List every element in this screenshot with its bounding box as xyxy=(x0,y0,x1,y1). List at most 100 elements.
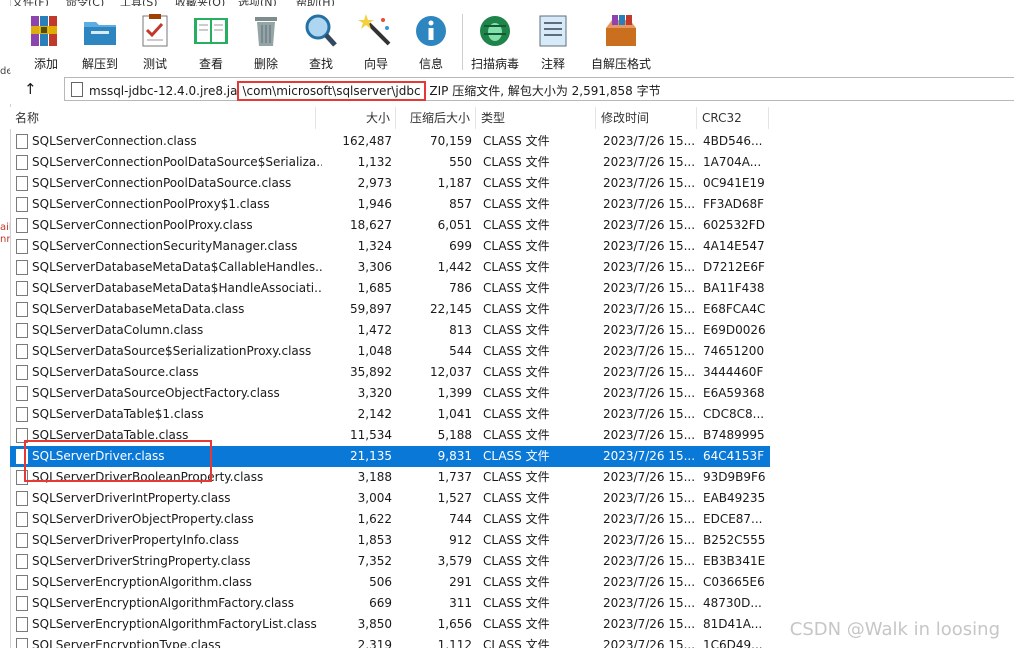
file-modified: 2023/7/26 15... xyxy=(603,134,696,148)
test-button[interactable]: 测试 xyxy=(128,12,182,72)
file-modified: 2023/7/26 15... xyxy=(603,491,696,505)
find-button[interactable]: 查找 xyxy=(294,12,348,72)
class-file-icon xyxy=(16,365,28,380)
file-row[interactable]: SQLServerDatabaseMetaData$HandleAssociat… xyxy=(10,278,770,299)
column-crc32[interactable]: CRC32 xyxy=(697,107,769,129)
file-crc32: 64C4153F xyxy=(703,449,765,463)
file-row[interactable]: SQLServerConnectionPoolProxy$1.class 1,94… xyxy=(10,194,770,215)
class-file-icon xyxy=(16,407,28,422)
column-name[interactable]: 名称 xyxy=(10,107,316,129)
file-compressed-size: 3,579 xyxy=(437,554,472,568)
class-file-icon xyxy=(16,575,28,590)
file-row[interactable]: SQLServerConnectionPoolDataSource.class 2… xyxy=(10,173,770,194)
file-row[interactable]: SQLServerDataTable$1.class 2,142 1,041 CLAS… xyxy=(10,404,770,425)
file-crc32: E68FCA4C xyxy=(703,302,766,316)
file-type: CLASS 文件 xyxy=(483,533,550,547)
file-row[interactable]: SQLServerDatabaseMetaData.class 59,897 22,… xyxy=(10,299,770,320)
column-compressed-size[interactable]: 压缩后大小 xyxy=(396,107,476,129)
file-size: 1,132 xyxy=(357,155,392,169)
sfx-label: 自解压格式 xyxy=(590,57,651,71)
file-crc32: 48730D... xyxy=(703,596,762,610)
file-crc32: 1A704A... xyxy=(703,155,762,169)
file-row[interactable]: SQLServerConnectionPoolProxy.class 18,627… xyxy=(10,215,770,236)
file-name: SQLServerDataTable$1.class xyxy=(32,407,204,421)
file-row[interactable]: SQLServerConnection.class 162,487 70,159 CL… xyxy=(10,131,770,152)
class-file-icon xyxy=(16,134,28,149)
file-type: CLASS 文件 xyxy=(483,428,550,442)
file-modified: 2023/7/26 15... xyxy=(603,428,696,442)
file-type: CLASS 文件 xyxy=(483,575,550,589)
file-name: SQLServerEncryptionType.class xyxy=(32,638,221,648)
file-name: SQLServerDriverIntProperty.class xyxy=(32,491,231,505)
file-name: SQLServerConnectionPoolProxy.class xyxy=(32,218,253,232)
file-type: CLASS 文件 xyxy=(483,239,550,253)
view-icon xyxy=(192,12,230,50)
file-modified: 2023/7/26 15... xyxy=(603,218,696,232)
file-row[interactable]: SQLServerEncryptionAlgorithmFactory.clas… xyxy=(10,593,770,614)
file-name: SQLServerConnection.class xyxy=(32,134,197,148)
file-row[interactable]: SQLServerEncryptionAlgorithm.class 506 291… xyxy=(10,572,770,593)
file-size: 1,622 xyxy=(357,512,392,526)
archive-name: mssql-jdbc-12.4.0.jre8.ja xyxy=(89,84,238,98)
file-row[interactable]: SQLServerConnectionSecurityManager.class… xyxy=(10,236,770,257)
file-compressed-size: 786 xyxy=(449,281,472,295)
file-modified: 2023/7/26 15... xyxy=(603,470,696,484)
file-row[interactable]: SQLServerDriverPropertyInfo.class 1,853 91… xyxy=(10,530,770,551)
file-compressed-size: 1,399 xyxy=(437,386,472,400)
virus-scan-button[interactable]: 扫描病毒 xyxy=(468,12,522,72)
file-crc32: 93D9B9F6 xyxy=(703,470,766,484)
file-row[interactable]: SQLServerConnectionPoolDataSource$Serial… xyxy=(10,152,770,173)
class-file-icon xyxy=(16,554,28,569)
file-row[interactable]: SQLServerDriverObjectProperty.class 1,622… xyxy=(10,509,770,530)
delete-button[interactable]: 删除 xyxy=(239,12,293,72)
file-modified: 2023/7/26 15... xyxy=(603,512,696,526)
file-modified: 2023/7/26 15... xyxy=(603,386,696,400)
file-crc32: 4BD546... xyxy=(703,134,763,148)
file-size: 18,627 xyxy=(350,218,392,232)
file-modified: 2023/7/26 15... xyxy=(603,407,696,421)
add-button[interactable]: 添加 xyxy=(19,12,73,72)
file-type: CLASS 文件 xyxy=(483,512,550,526)
column-modified[interactable]: 修改时间 xyxy=(596,107,697,129)
file-size: 3,320 xyxy=(357,386,392,400)
file-size: 21,135 xyxy=(350,449,392,463)
info-button[interactable]: 信息 xyxy=(404,12,458,72)
file-row[interactable]: SQLServerEncryptionAlgorithmFactoryList.… xyxy=(10,614,770,635)
address-bar[interactable]: mssql-jdbc-12.4.0.jre8.ja \com\microsoft\… xyxy=(64,77,1014,101)
file-row[interactable]: SQLServerDriverIntProperty.class 3,004 1,5… xyxy=(10,488,770,509)
column-size[interactable]: 大小 xyxy=(316,107,396,129)
file-size: 2,973 xyxy=(357,176,392,190)
file-type: CLASS 文件 xyxy=(483,323,550,337)
file-row[interactable]: SQLServerDataSource$SerializationProxy.c… xyxy=(10,341,770,362)
class-file-icon xyxy=(16,155,28,170)
extract-to-button[interactable]: 解压到 xyxy=(73,12,127,72)
view-button[interactable]: 查看 xyxy=(184,12,238,72)
wizard-button[interactable]: 向导 xyxy=(349,12,403,72)
test-label: 测试 xyxy=(142,57,167,71)
file-row[interactable]: SQLServerDataSource.class 35,892 12,037 CLA… xyxy=(10,362,770,383)
file-crc32: E69D0026 xyxy=(703,323,766,337)
file-row[interactable]: SQLServerDataSourceObjectFactory.class 3,… xyxy=(10,383,770,404)
file-compressed-size: 1,041 xyxy=(437,407,472,421)
file-modified: 2023/7/26 15... xyxy=(603,554,696,568)
file-compressed-size: 912 xyxy=(449,533,472,547)
file-size: 1,324 xyxy=(357,239,392,253)
file-size: 162,487 xyxy=(342,134,392,148)
file-row[interactable]: SQLServerDriverStringProperty.class 7,352… xyxy=(10,551,770,572)
file-compressed-size: 12,037 xyxy=(430,365,472,379)
sfx-button[interactable]: 自解压格式 xyxy=(588,12,654,72)
comment-button[interactable]: 注释 xyxy=(526,12,580,72)
file-size: 1,946 xyxy=(357,197,392,211)
file-compressed-size: 550 xyxy=(449,155,472,169)
file-row[interactable]: SQLServerEncryptionType.class 2,319 1,112 C… xyxy=(10,635,770,648)
file-row[interactable]: SQLServerDatabaseMetaData$CallableHandle… xyxy=(10,257,770,278)
class-file-icon xyxy=(16,176,28,191)
column-header: 名称 大小 压缩后大小 类型 修改时间 CRC32 xyxy=(10,107,1014,129)
file-row[interactable]: SQLServerDataColumn.class 1,472 813 CLASS 文… xyxy=(10,320,770,341)
file-modified: 2023/7/26 15... xyxy=(603,323,696,337)
class-file-icon xyxy=(16,323,28,338)
up-arrow-icon[interactable]: ↑ xyxy=(24,80,37,98)
file-size: 2,319 xyxy=(357,638,392,648)
column-type[interactable]: 类型 xyxy=(476,107,596,129)
file-crc32: EDCE87... xyxy=(703,512,763,526)
